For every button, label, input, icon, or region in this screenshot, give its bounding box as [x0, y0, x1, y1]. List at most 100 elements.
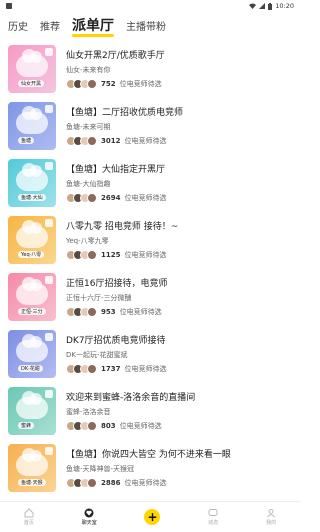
room-meta: 2886 位电竞师待选 — [66, 478, 292, 488]
status-time: 10:20 — [275, 2, 294, 10]
avatar-group — [66, 307, 97, 317]
room-host: 鱼塘-大仙指趣 — [66, 180, 111, 188]
nav-create[interactable]: + — [144, 509, 161, 525]
waiting-count: 953 — [101, 308, 116, 316]
tab-streamer-fans[interactable]: 主播带粉 — [126, 18, 166, 33]
status-bar: 10:20 — [0, 0, 300, 12]
room-info: 【鱼塘】大仙指定开黑厅 鱼塘-大仙指趣 2694 位电竞师待选 — [66, 162, 292, 203]
top-tabs: 历史 推荐 派单厅 主播带粉 — [0, 12, 300, 38]
status-right: 10:20 — [249, 2, 294, 10]
badge-icon — [45, 47, 53, 56]
room-card[interactable]: 正恒·三分 正恒16厅招接待，电竞师 正恒十六厅-三分微醺 953 位电竞师待选 — [0, 268, 300, 325]
waiting-label: 位电竞师待选 — [124, 365, 167, 373]
room-info: DK7厅招优质电竞师接待 DK一起玩-花甜蜜斌 1737 位电竞师待选 — [66, 333, 292, 374]
badge-icon — [45, 275, 53, 284]
badge-icon — [45, 161, 53, 170]
waiting-label: 位电竞师待选 — [119, 422, 162, 430]
cloud-icon — [16, 105, 48, 134]
room-host: 仙女-未来有你 — [66, 66, 111, 74]
bottom-nav: 首页 聊天室 + 动态 我的 — [0, 501, 300, 532]
room-info: 欢迎来到蜜蜂-洛洛余音的直播间 蜜蜂-洛洛余音 803 位电竞师待选 — [66, 390, 292, 431]
room-meta: 3012 位电竞师待选 — [66, 136, 292, 146]
room-tag: 鱼塘·大仙 — [18, 193, 46, 201]
cloud-icon — [16, 276, 48, 305]
room-info: 八零九零 招电竞师 接待！~ Yeq-八零九零 1125 位电竞师待选 — [66, 219, 292, 260]
nav-moments-label: 动态 — [208, 520, 219, 526]
avatar-group — [66, 193, 97, 203]
room-title: 【鱼塘】你说四大皆空 为何不进来看一眼 — [66, 450, 231, 460]
avatar — [87, 364, 97, 374]
avatar-group — [66, 250, 97, 260]
cloud-icon — [16, 333, 48, 362]
room-meta: 2694 位电竞师待选 — [66, 193, 292, 203]
room-info: 仙女开黑2厅/优质歌手厅 仙女-未来有你 752 位电竞师待选 — [66, 48, 292, 89]
bubble-icon — [208, 509, 218, 516]
room-host: 正恒十六厅-三分微醺 — [66, 294, 132, 302]
heart-icon — [84, 508, 94, 518]
waiting-count: 803 — [101, 422, 116, 430]
room-host: 鱼塘-天降神兽-天猴冠 — [66, 465, 135, 473]
nav-chatroom-label: 聊天室 — [81, 520, 97, 526]
avatar-group — [66, 421, 97, 431]
room-card[interactable]: Yeq·八零 八零九零 招电竞师 接待！~ Yeq-八零九零 1125 位电竞师待选 — [0, 211, 300, 268]
room-info: 正恒16厅招接待，电竞师 正恒十六厅-三分微醺 953 位电竞师待选 — [66, 276, 292, 317]
room-title: 正恒16厅招接待，电竞师 — [66, 279, 168, 289]
room-thumbnail: 蜜蜂 — [8, 386, 56, 435]
badge-icon — [45, 389, 53, 398]
room-card[interactable]: 鱼塘 【鱼塘】二厅招收优质电竞师 鱼塘-未来可期 3012 位电竞师待选 — [0, 97, 300, 154]
waiting-label: 位电竞师待选 — [124, 479, 167, 487]
room-meta: 953 位电竞师待选 — [66, 307, 292, 317]
avatar — [87, 250, 97, 260]
room-host: 鱼塘-未来可期 — [66, 123, 111, 131]
room-title: 【鱼塘】大仙指定开黑厅 — [66, 165, 166, 175]
room-card[interactable]: 蜜蜂 欢迎来到蜜蜂-洛洛余音的直播间 蜜蜂-洛洛余音 803 位电竞师待选 — [0, 382, 300, 439]
waiting-label: 位电竞师待选 — [119, 80, 162, 88]
tab-history[interactable]: 历史 — [8, 18, 28, 33]
room-thumbnail: 鱼塘·大仙 — [8, 158, 56, 207]
nav-mine[interactable]: 我的 — [266, 508, 276, 526]
room-tag: 鱼塘 — [18, 136, 35, 144]
room-tag: Yeq·八零 — [18, 250, 45, 258]
nav-home[interactable]: 首页 — [24, 508, 34, 526]
cloud-icon — [16, 390, 48, 419]
room-meta: 752 位电竞师待选 — [66, 79, 292, 89]
cloud-icon — [16, 219, 48, 248]
room-title: 八零九零 招电竞师 接待！~ — [66, 222, 179, 232]
room-title: 【鱼塘】二厅招收优质电竞师 — [66, 108, 184, 118]
tab-recommend[interactable]: 推荐 — [40, 18, 60, 33]
nav-moments[interactable]: 动态 — [208, 508, 218, 526]
room-list[interactable]: 仙女开黑 仙女开黑2厅/优质歌手厅 仙女-未来有你 752 位电竞师待选 鱼塘 【鱼塘】二厅… — [0, 40, 300, 502]
waiting-label: 位电竞师待选 — [124, 137, 167, 145]
room-card[interactable]: DK·花甜 DK7厅招优质电竞师接待 DK一起玩-花甜蜜斌 1737 位电竞师待选 — [0, 325, 300, 382]
room-card[interactable]: 鱼塘·大仙 【鱼塘】大仙指定开黑厅 鱼塘-大仙指趣 2694 位电竞师待选 — [0, 154, 300, 211]
avatar — [87, 136, 97, 146]
cloud-icon — [16, 48, 48, 77]
waiting-count: 3012 — [101, 137, 121, 145]
nav-chatroom[interactable]: 聊天室 — [82, 508, 97, 526]
waiting-count: 752 — [101, 80, 116, 88]
badge-icon — [45, 332, 53, 341]
room-card[interactable]: 仙女开黑 仙女开黑2厅/优质歌手厅 仙女-未来有你 752 位电竞师待选 — [0, 40, 300, 97]
room-title: 欢迎来到蜜蜂-洛洛余音的直播间 — [66, 393, 196, 403]
room-card[interactable]: 鱼塘·天猴 【鱼塘】你说四大皆空 为何不进来看一眼 鱼塘-天降神兽-天猴冠 2886 位… — [0, 439, 300, 496]
battery-icon — [268, 2, 273, 10]
room-thumbnail: 正恒·三分 — [8, 272, 56, 321]
avatar-group — [66, 478, 97, 488]
room-title: DK7厅招优质电竞师接待 — [66, 336, 166, 346]
room-info: 【鱼塘】二厅招收优质电竞师 鱼塘-未来可期 3012 位电竞师待选 — [66, 105, 292, 146]
waiting-label: 位电竞师待选 — [119, 308, 162, 316]
badge-icon — [45, 218, 53, 227]
waiting-label: 位电竞师待选 — [124, 194, 167, 202]
room-host: DK一起玩-花甜蜜斌 — [66, 351, 128, 359]
waiting-count: 1125 — [101, 251, 121, 259]
nav-mine-label: 我的 — [266, 520, 277, 526]
waiting-count: 2886 — [101, 479, 121, 487]
room-tag: 鱼塘·天猴 — [18, 478, 46, 486]
avatar-group — [66, 79, 97, 89]
status-left — [6, 3, 12, 9]
tab-dispatch-hall[interactable]: 派单厅 — [72, 15, 114, 37]
avatar-group — [66, 136, 97, 146]
badge-icon — [45, 446, 53, 455]
waiting-count: 1737 — [101, 365, 121, 373]
app-notification-icon — [6, 3, 12, 9]
